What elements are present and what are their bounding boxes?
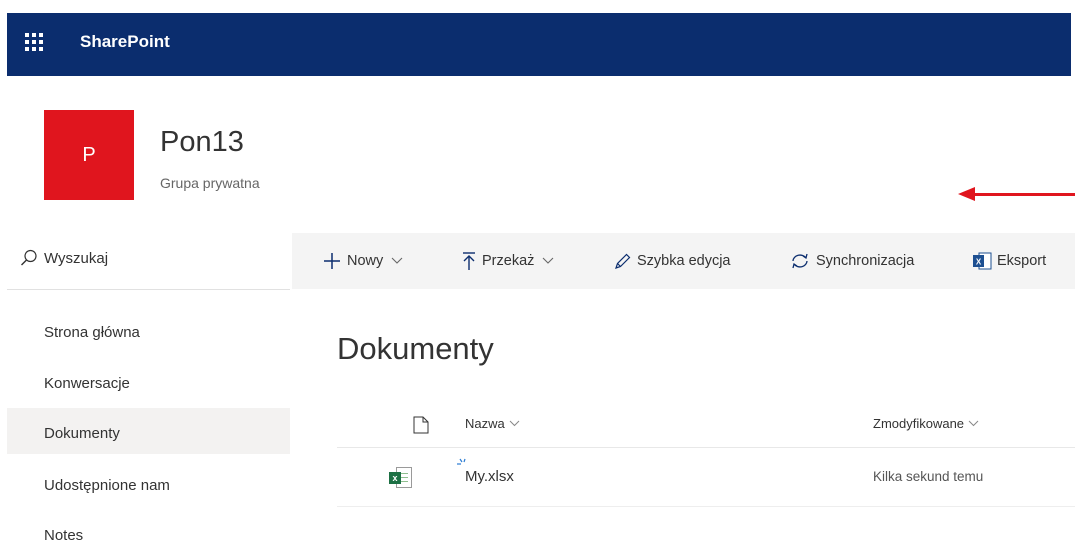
- sync-label: Synchronizacja: [816, 253, 915, 269]
- chevron-down-icon: [968, 420, 979, 427]
- site-logo-letter: P: [82, 143, 96, 166]
- column-header-label: Zmodyfikowane: [873, 416, 965, 431]
- column-header-modified[interactable]: Zmodyfikowane: [873, 416, 979, 431]
- command-bar: Nowy Przekaż Szybka edycja Synchronizacj…: [292, 233, 1075, 289]
- sync-icon: [792, 253, 808, 269]
- nav-item-label: Strona główna: [44, 324, 140, 341]
- file-name-link[interactable]: My.xlsx: [465, 468, 514, 485]
- brand-link[interactable]: SharePoint: [80, 32, 170, 52]
- nav-item-shared-with-us[interactable]: Udostępnione nam: [7, 463, 290, 509]
- export-label: Eksport: [997, 253, 1047, 269]
- annotation-arrow: [974, 193, 1075, 196]
- annotation-arrow-head: [958, 187, 975, 201]
- new-label: Nowy: [347, 253, 384, 269]
- site-subtitle: Grupa prywatna: [160, 175, 260, 191]
- export-button[interactable]: X Eksport: [972, 233, 1046, 289]
- new-item-icon: [457, 458, 466, 465]
- chevron-down-icon: [543, 257, 554, 264]
- site-title[interactable]: Pon13: [160, 126, 244, 159]
- chevron-down-icon: [391, 257, 403, 264]
- table-row[interactable]: x My.xlsx Kilka sekund temu: [337, 449, 1075, 505]
- search-label: Wyszukaj: [44, 249, 109, 267]
- nav-item-notes[interactable]: Notes: [7, 513, 290, 559]
- column-header-name[interactable]: Nazwa: [465, 416, 520, 431]
- column-header-label: Nazwa: [465, 416, 505, 431]
- file-type-icon[interactable]: [413, 416, 429, 434]
- header-divider: [337, 447, 1075, 448]
- modified-value: Kilka sekund temu: [873, 469, 984, 484]
- new-button[interactable]: Nowy: [322, 233, 403, 289]
- quick-edit-button[interactable]: Szybka edycja: [614, 233, 731, 289]
- row-divider: [337, 506, 1075, 507]
- quick-edit-label: Szybka edycja: [637, 253, 731, 269]
- upload-label: Przekaż: [482, 253, 535, 269]
- excel-file-icon: x: [389, 467, 412, 488]
- nav-divider: [7, 289, 290, 290]
- pencil-icon: [615, 253, 631, 269]
- nav-item-label: Notes: [44, 527, 84, 544]
- nav-item-documents[interactable]: Dokumenty: [7, 408, 290, 454]
- excel-icon: X: [973, 252, 992, 270]
- upload-icon: [463, 252, 475, 270]
- nav-item-label: Konwersacje: [44, 375, 130, 392]
- nav-item-home[interactable]: Strona główna: [7, 310, 290, 356]
- nav-item-conversations[interactable]: Konwersacje: [7, 361, 290, 407]
- svg-text:X: X: [976, 258, 982, 267]
- site-logo[interactable]: P: [44, 110, 134, 200]
- search-icon: [21, 249, 37, 266]
- chevron-down-icon: [509, 420, 520, 427]
- library-title: Dokumenty: [337, 331, 494, 366]
- app-launcher-icon[interactable]: [25, 33, 45, 53]
- plus-icon: [324, 253, 340, 269]
- nav-item-label: Udostępnione nam: [44, 477, 170, 494]
- search-box[interactable]: Wyszukaj: [20, 249, 108, 267]
- upload-button[interactable]: Przekaż: [461, 233, 554, 289]
- nav-item-label: Dokumenty: [44, 425, 120, 442]
- suite-bar: SharePoint: [7, 13, 1071, 76]
- sync-button[interactable]: Synchronizacja: [789, 233, 914, 289]
